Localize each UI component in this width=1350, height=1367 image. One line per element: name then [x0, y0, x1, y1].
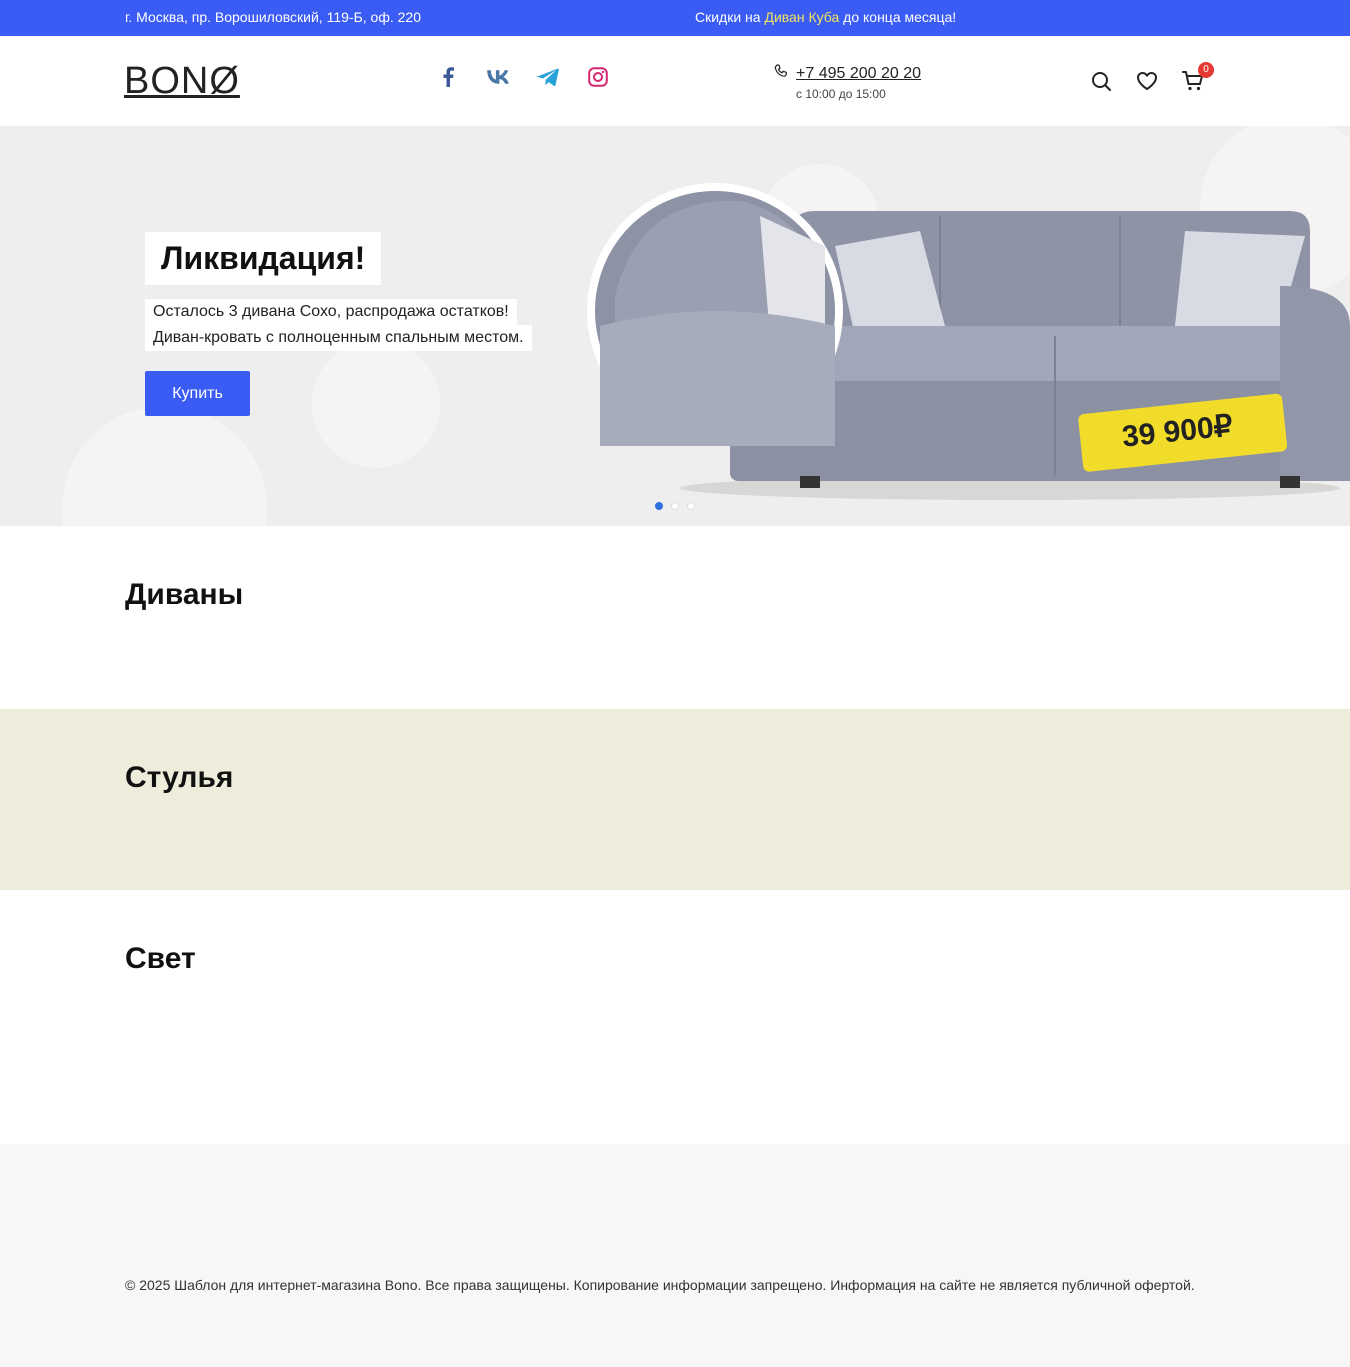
slider-pagination	[655, 502, 695, 510]
decorative-circle	[312, 340, 440, 468]
contact-block: +7 495 200 20 20 с 10:00 до 15:00	[774, 64, 921, 101]
vk-icon[interactable]	[486, 65, 510, 89]
social-links	[436, 65, 610, 89]
decorative-circle	[62, 406, 267, 526]
promo-text: Скидки на Диван Куба до конца месяца!	[695, 9, 956, 25]
slider-dot[interactable]	[655, 502, 663, 510]
store-address: г. Москва, пр. Ворошиловский, 119-Б, оф.…	[125, 9, 421, 25]
header-actions: 0	[1090, 62, 1214, 92]
phone-icon	[774, 64, 788, 83]
instagram-icon[interactable]	[586, 65, 610, 89]
section-title-light: Свет	[125, 942, 196, 975]
footer-copyright: © 2025 Шаблон для интернет-магазина Bono…	[125, 1277, 1195, 1293]
slider-dot[interactable]	[671, 502, 679, 510]
promo-text-after: до конца месяца!	[839, 9, 957, 25]
hero-subtitle-line-2: Диван-кровать с полноценным спальным мес…	[145, 325, 532, 351]
section-sofas: Диваны	[0, 526, 1350, 709]
logo[interactable]: BONØ	[124, 62, 240, 100]
section-chairs: Стулья	[0, 709, 1350, 890]
site-header: BONØ +7 495 200 20 20 с 10:00 до 15:00 0	[0, 36, 1350, 126]
section-light: Свет	[0, 890, 1350, 1144]
site-footer: © 2025 Шаблон для интернет-магазина Bono…	[0, 1144, 1350, 1367]
section-title-chairs: Стулья	[125, 761, 234, 794]
search-icon[interactable]	[1090, 70, 1112, 92]
cart-count-badge: 0	[1198, 62, 1214, 78]
section-title-sofas: Диваны	[125, 578, 244, 611]
phone-number: +7 495 200 20 20	[796, 64, 922, 82]
promo-text-before: Скидки на	[695, 9, 765, 25]
buy-button[interactable]: Купить	[145, 371, 250, 416]
hero-subtitle-line-1: Осталось 3 дивана Сохо, распродажа остат…	[145, 299, 517, 325]
slider-dot[interactable]	[687, 502, 695, 510]
working-hours: с 10:00 до 15:00	[796, 87, 886, 101]
telegram-icon[interactable]	[536, 65, 560, 89]
hero-slider: 39 900₽ Ликвидация! Осталось 3 дивана Со…	[0, 126, 1350, 526]
top-bar: г. Москва, пр. Ворошиловский, 119-Б, оф.…	[0, 0, 1350, 36]
sofa-image	[587, 183, 1350, 500]
facebook-icon[interactable]	[436, 65, 460, 89]
cart-icon[interactable]: 0	[1182, 62, 1214, 92]
favorites-heart-icon[interactable]	[1136, 70, 1158, 92]
hero-title: Ликвидация!	[145, 232, 382, 285]
phone-link[interactable]: +7 495 200 20 20	[774, 64, 921, 83]
promo-link[interactable]: Диван Куба	[764, 9, 839, 25]
